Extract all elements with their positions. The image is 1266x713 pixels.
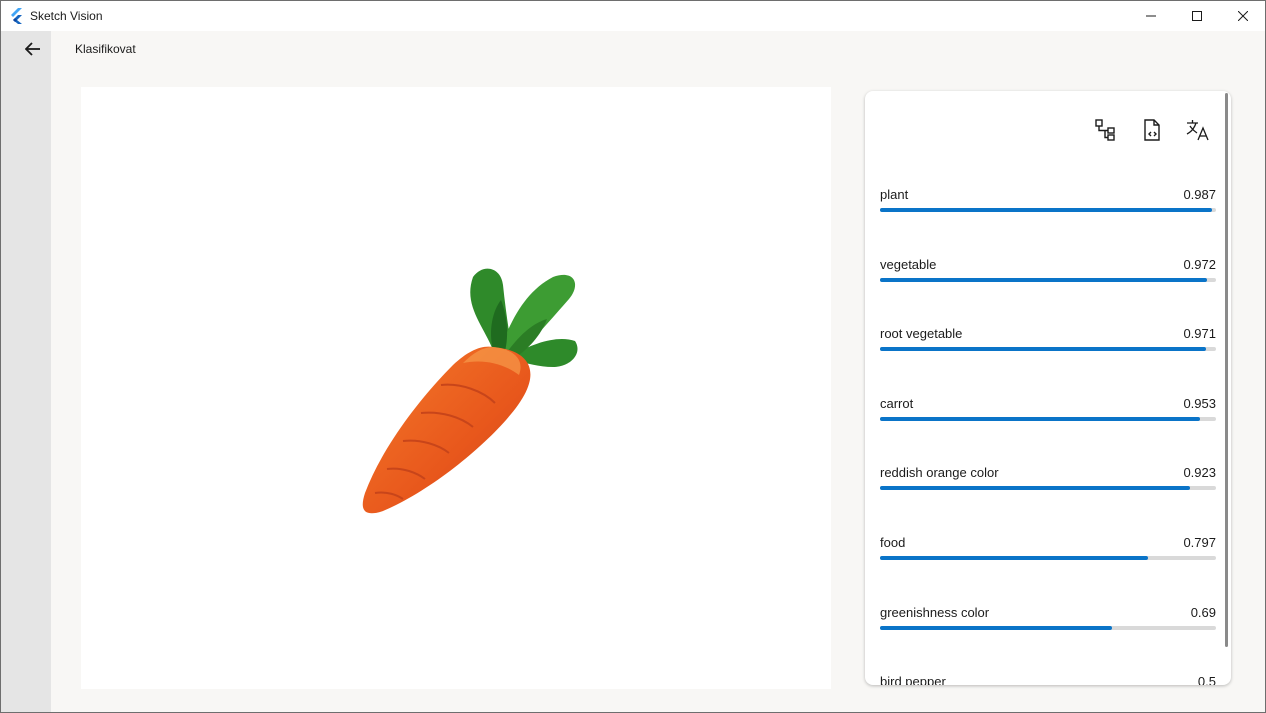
minimize-icon xyxy=(1146,15,1156,17)
window-title: Sketch Vision xyxy=(30,9,103,23)
confidence-bar-fill xyxy=(880,416,1201,421)
result-row: root vegetable 0.971 xyxy=(880,326,1216,396)
flutter-logo-icon xyxy=(11,8,22,24)
result-score: 0.5 xyxy=(1197,674,1216,685)
confidence-bar-fill xyxy=(880,555,1148,560)
classification-results-card: plant 0.987 vegetable 0.972 root vegetable 0.… xyxy=(865,91,1231,685)
code-file-icon xyxy=(1144,119,1160,141)
result-label: plant xyxy=(880,187,909,202)
translate-icon xyxy=(1186,120,1209,141)
result-label: reddish orange color xyxy=(880,465,999,481)
confidence-bar xyxy=(880,486,1216,491)
results-list: plant 0.987 vegetable 0.972 root vegetable 0.… xyxy=(880,187,1216,685)
confidence-bar-fill xyxy=(880,347,1207,352)
arrow-back-icon xyxy=(25,42,40,56)
back-button[interactable] xyxy=(18,39,48,59)
result-score: 0.971 xyxy=(1183,326,1216,342)
result-score: 0.987 xyxy=(1183,187,1216,202)
result-score: 0.797 xyxy=(1183,534,1216,550)
page-title: Klasifikovat xyxy=(75,42,136,56)
carrot-image xyxy=(362,268,578,514)
confidence-bar-fill xyxy=(880,208,1212,212)
confidence-bar xyxy=(880,208,1216,212)
image-preview xyxy=(81,87,831,689)
maximize-icon xyxy=(1192,11,1202,21)
minimize-button[interactable] xyxy=(1128,1,1174,31)
result-label: carrot xyxy=(880,395,914,411)
result-label: food xyxy=(880,534,906,550)
result-score: 0.972 xyxy=(1183,256,1216,272)
confidence-bar xyxy=(880,555,1216,560)
confidence-bar xyxy=(880,625,1216,630)
app-window: Sketch Vision Klasifikovat plant 0.987 v… xyxy=(0,0,1266,713)
result-row: food 0.797 xyxy=(880,535,1216,605)
confidence-bar xyxy=(880,347,1216,352)
confidence-bar xyxy=(880,416,1216,421)
result-score: 0.923 xyxy=(1183,465,1216,481)
result-row: greenishness color 0.69 xyxy=(880,605,1216,675)
result-score: 0.69 xyxy=(1190,604,1216,620)
maximize-button[interactable] xyxy=(1174,1,1220,31)
export-code-button[interactable] xyxy=(1139,117,1165,143)
result-score: 0.953 xyxy=(1183,395,1216,411)
close-icon xyxy=(1238,11,1248,21)
navigation-rail xyxy=(1,31,51,712)
confidence-bar-fill xyxy=(880,486,1191,491)
result-row: bird pepper 0.5 xyxy=(880,674,1216,685)
result-row: reddish orange color 0.923 xyxy=(880,465,1216,535)
results-scrollbar[interactable] xyxy=(1225,93,1228,647)
result-row: carrot 0.953 xyxy=(880,396,1216,466)
result-label: bird pepper xyxy=(880,674,946,685)
result-row: vegetable 0.972 xyxy=(880,257,1216,327)
confidence-bar-fill xyxy=(880,625,1112,630)
translate-button[interactable] xyxy=(1185,117,1211,143)
close-button[interactable] xyxy=(1220,1,1265,31)
result-label: greenishness color xyxy=(880,604,990,620)
hierarchy-icon xyxy=(1095,119,1115,141)
result-label: root vegetable xyxy=(880,326,963,342)
title-bar: Sketch Vision xyxy=(1,1,1265,31)
confidence-bar-fill xyxy=(880,277,1207,282)
confidence-bar xyxy=(880,277,1216,282)
result-label: vegetable xyxy=(880,256,937,272)
hierarchy-button[interactable] xyxy=(1093,117,1119,143)
result-row: plant 0.987 xyxy=(880,187,1216,257)
results-toolbar xyxy=(1093,117,1211,143)
